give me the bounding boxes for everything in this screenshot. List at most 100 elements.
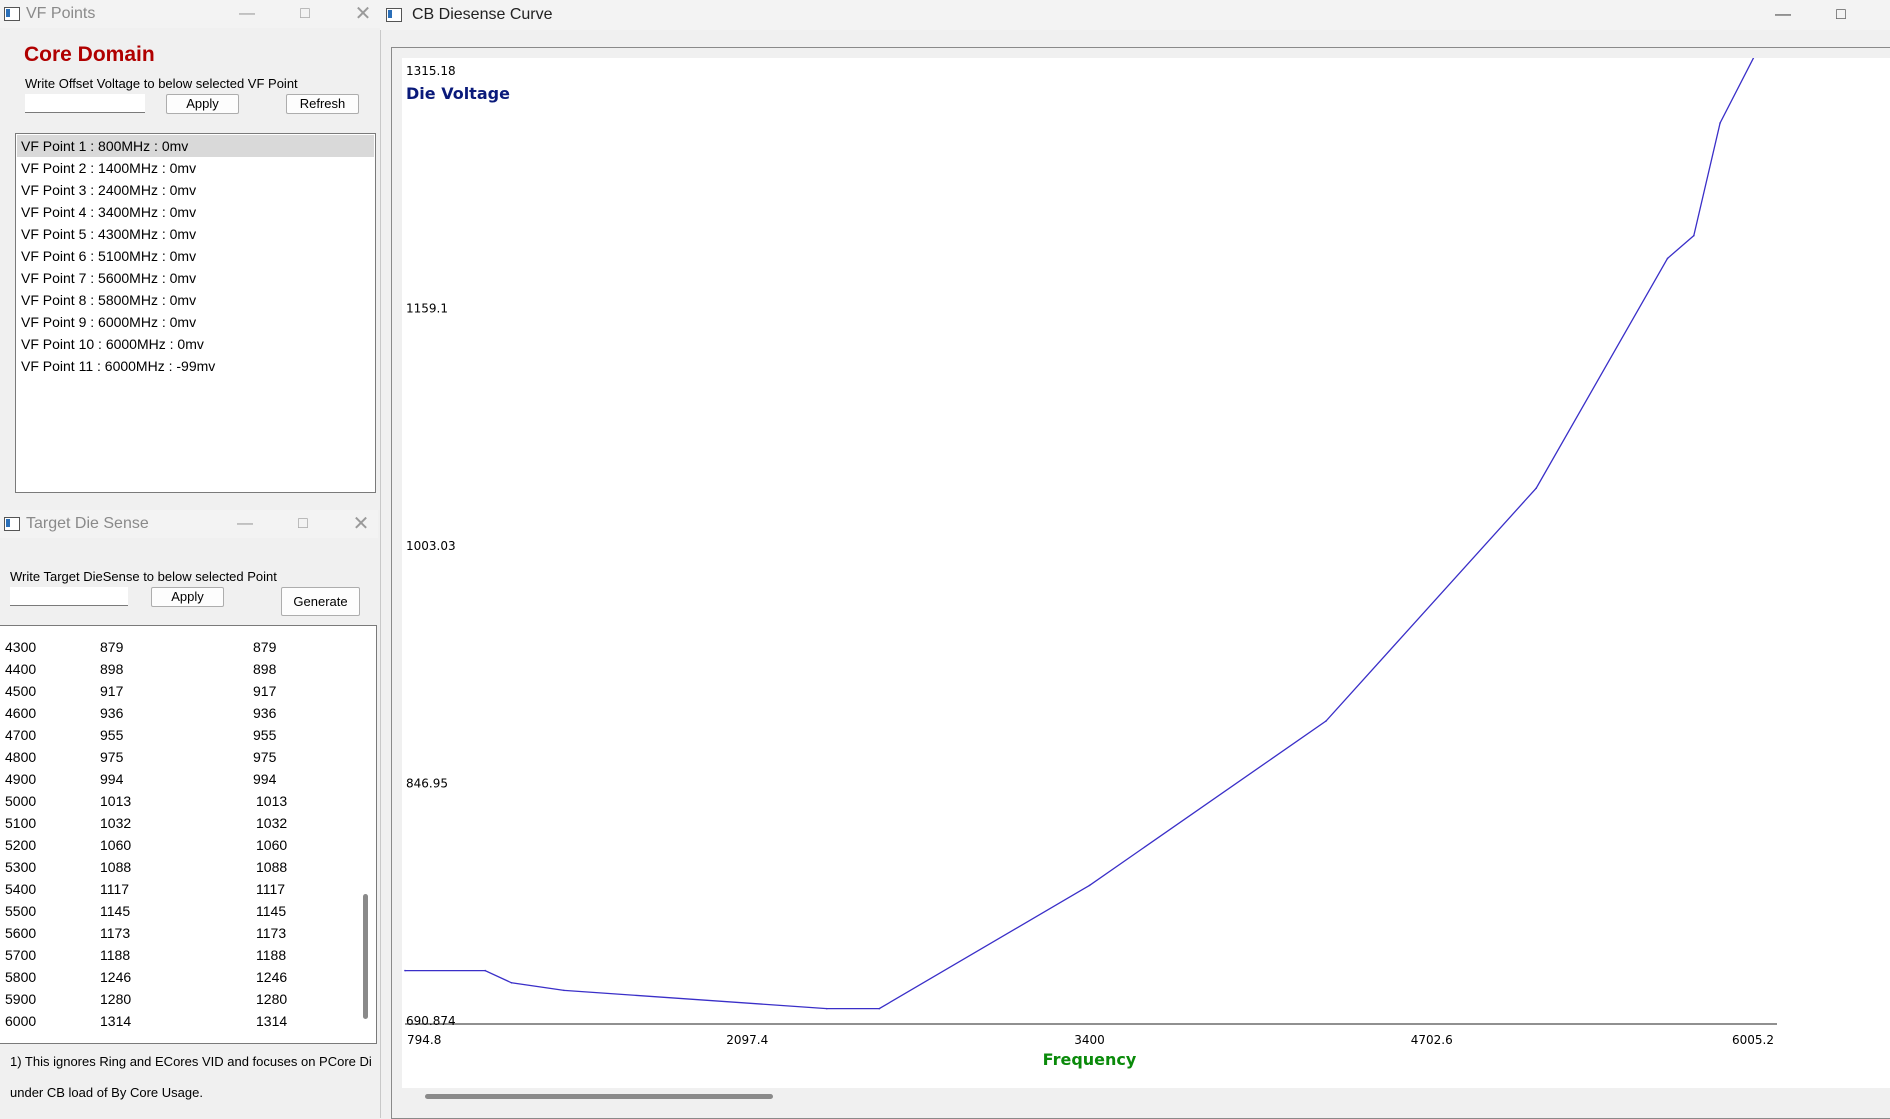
target-cell: 1117 — [256, 881, 286, 897]
maximize-icon[interactable]: □ — [290, 2, 320, 26]
refresh-button[interactable]: Refresh — [286, 94, 359, 114]
y-tick-label: 1315.18 — [406, 64, 456, 78]
diesense-table[interactable]: 4300 879 879 4400 898 898 4500 917 917 4600 936… — [0, 625, 377, 1044]
freq-cell: 5900 — [5, 991, 37, 1007]
value-cell: 975 — [100, 749, 124, 765]
value-cell: 1280 — [100, 991, 132, 1007]
vf-point-item[interactable]: VF Point 1 : 800MHz : 0mv — [17, 135, 374, 157]
vf-point-item[interactable]: VF Point 5 : 4300MHz : 0mv — [17, 223, 374, 245]
value-cell: 1314 — [100, 1013, 132, 1029]
table-row[interactable]: 5700 1188 1188 — [0, 944, 360, 966]
freq-cell: 6000 — [5, 1013, 37, 1029]
offset-instruction: Write Offset Voltage to below selected V… — [25, 76, 298, 91]
table-row[interactable]: 5600 1173 1173 — [0, 922, 360, 944]
table-row[interactable]: 5900 1280 1280 — [0, 988, 360, 1010]
window-left-border — [380, 0, 381, 1118]
value-cell: 898 — [100, 661, 124, 677]
target-die-sense-window: Target Die Sense — □ ✕ Write Target DieS… — [0, 510, 378, 1118]
table-row[interactable]: 5500 1145 1145 — [0, 900, 360, 922]
chart-titlebar[interactable]: CB Diesense Curve — □ — [380, 0, 1890, 30]
vf-point-item[interactable]: VF Point 2 : 1400MHz : 0mv — [17, 157, 374, 179]
table-row[interactable]: 4300 879 879 — [0, 636, 360, 658]
freq-cell: 4400 — [5, 661, 37, 677]
value-cell: 1060 — [100, 837, 132, 853]
x-tick-label: 4702.6 — [1411, 1033, 1453, 1047]
generate-button[interactable]: Generate — [281, 587, 360, 616]
maximize-icon[interactable]: □ — [288, 512, 318, 536]
data-point — [563, 989, 565, 992]
freq-cell: 5300 — [5, 859, 37, 875]
table-row[interactable]: 6000 1314 1314 — [0, 1010, 360, 1032]
horizontal-scrollbar[interactable] — [402, 1094, 1890, 1106]
target-diesense-input[interactable] — [10, 587, 128, 606]
value-cell: 879 — [100, 639, 124, 655]
target-cell: 1173 — [256, 925, 287, 941]
freq-cell: 4300 — [5, 639, 37, 655]
data-point — [1535, 487, 1537, 490]
app-icon — [386, 8, 402, 22]
vf-point-item[interactable]: VF Point 7 : 5600MHz : 0mv — [17, 267, 374, 289]
data-point — [510, 981, 513, 984]
vf-point-item[interactable]: VF Point 3 : 2400MHz : 0mv — [17, 179, 374, 201]
vf-points-titlebar[interactable]: VF Points — □ ✕ — [0, 0, 380, 28]
vf-points-window: VF Points — □ ✕ Core Domain Write Offset… — [0, 0, 380, 510]
value-cell: 1032 — [100, 815, 132, 831]
apply-button[interactable]: Apply — [166, 94, 239, 114]
minimize-icon[interactable]: — — [1768, 3, 1798, 27]
series-line — [405, 58, 1755, 1010]
target-cell: 1280 — [256, 991, 288, 1007]
die-sense-titlebar[interactable]: Target Die Sense — □ ✕ — [0, 510, 378, 538]
freq-cell: 5100 — [5, 815, 37, 831]
data-point — [1325, 720, 1327, 722]
table-row[interactable]: 4800 975 975 — [0, 746, 360, 768]
value-cell: 1246 — [100, 969, 132, 985]
vf-point-item[interactable]: VF Point 11 : 6000MHz : -99mv — [17, 355, 374, 377]
minimize-icon[interactable]: — — [230, 512, 260, 536]
vf-point-item[interactable]: VF Point 6 : 5100MHz : 0mv — [17, 245, 374, 267]
value-cell: 1173 — [100, 925, 131, 941]
value-cell: 955 — [100, 727, 124, 743]
vertical-scrollbar[interactable] — [358, 626, 372, 1043]
window-title: VF Points — [26, 5, 96, 22]
table-row[interactable]: 5400 1117 1117 — [0, 878, 360, 900]
table-row[interactable]: 4900 994 994 — [0, 768, 360, 790]
close-icon[interactable]: ✕ — [348, 2, 378, 26]
x-tick-label: 2097.4 — [726, 1033, 768, 1047]
table-row[interactable]: 5300 1088 1088 — [0, 856, 360, 878]
cb-diesense-curve-window: CB Diesense Curve — □ 1315.18 1159.1 1003.… — [380, 0, 1890, 1119]
vf-point-item[interactable]: VF Point 9 : 6000MHz : 0mv — [17, 311, 374, 333]
scrollbar-thumb[interactable] — [363, 894, 368, 1019]
freq-cell: 5700 — [5, 947, 37, 963]
table-row[interactable]: 4600 936 936 — [0, 702, 360, 724]
value-cell: 994 — [100, 771, 124, 787]
table-row[interactable]: 5800 1246 1246 — [0, 966, 360, 988]
value-cell: 936 — [100, 705, 124, 721]
table-row[interactable]: 5200 1060 1060 — [0, 834, 360, 856]
close-icon[interactable]: ✕ — [346, 512, 376, 536]
freq-cell: 4900 — [5, 771, 37, 787]
minimize-icon[interactable]: — — [232, 2, 262, 26]
table-row[interactable]: 5000 1013 1013 — [0, 790, 360, 812]
chart-canvas: 1315.18 1159.1 1003.03 846.95 690.874 794.8 20… — [402, 58, 1890, 1099]
y-tick-label: 1159.1 — [406, 302, 448, 316]
line-chart: 1315.18 1159.1 1003.03 846.95 690.874 794.8 20… — [404, 58, 1777, 1069]
maximize-icon[interactable]: □ — [1826, 3, 1856, 27]
freq-cell: 5500 — [5, 903, 37, 919]
vf-point-item[interactable]: VF Point 4 : 3400MHz : 0mv — [17, 201, 374, 223]
note-text-line2: under CB load of By Core Usage. — [10, 1085, 203, 1100]
table-row[interactable]: 4500 917 917 — [0, 680, 360, 702]
table-row[interactable]: 4400 898 898 — [0, 658, 360, 680]
value-cell: 1117 — [100, 881, 130, 897]
vf-point-item[interactable]: VF Point 8 : 5800MHz : 0mv — [17, 289, 374, 311]
target-cell: 955 — [253, 727, 277, 743]
data-point — [1693, 234, 1695, 237]
data-point — [404, 969, 406, 972]
scrollbar-thumb[interactable] — [425, 1094, 773, 1099]
table-row[interactable]: 4700 955 955 — [0, 724, 360, 746]
table-row[interactable]: 5100 1032 1032 — [0, 812, 360, 834]
apply-button[interactable]: Apply — [151, 587, 224, 607]
vf-points-list[interactable]: VF Point 1 : 800MHz : 0mv VF Point 2 : 1… — [15, 133, 376, 493]
target-cell: 1188 — [256, 947, 287, 963]
offset-voltage-input[interactable] — [25, 94, 145, 113]
vf-point-item[interactable]: VF Point 10 : 6000MHz : 0mv — [17, 333, 374, 355]
